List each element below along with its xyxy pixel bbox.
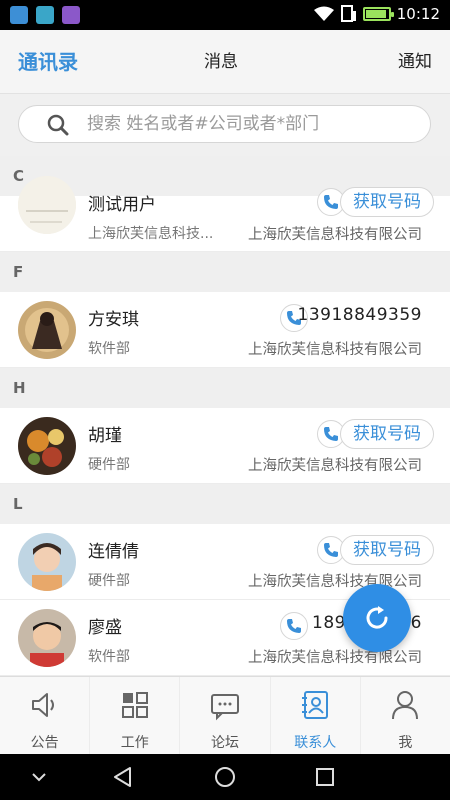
grid-icon [121,692,148,718]
avatar [18,533,76,591]
search-icon [47,114,69,136]
refresh-button[interactable] [343,584,411,652]
avatar [18,176,76,234]
nav-label: 联系人 [294,735,337,751]
clock: 10:12 [396,5,440,23]
status-bar: 10:12 [0,0,450,30]
nav-label: 我 [398,735,413,751]
section-header-h: H [0,368,450,408]
speaker-icon [31,693,54,717]
contact-company: 上海欣芙信息科技有限公司 [248,458,422,474]
tab-messages[interactable]: 消息 [204,30,238,94]
contact-dept: 上海欣芙信息科技... [88,226,214,242]
person-icon [392,691,419,720]
nav-label: 论坛 [211,735,239,751]
tab-notices[interactable]: 通知 [398,30,432,94]
search-input[interactable] [87,106,417,142]
app-notification-icon [36,6,54,24]
refresh-icon [366,606,388,629]
avatar [18,609,76,667]
contact-dept: 硬件部 [88,573,130,589]
contact-dept: 硬件部 [88,457,130,473]
contact-row[interactable]: 测试用户 获取号码 上海欣芙信息科技... 上海欣芙信息科技有限公司 [0,176,450,252]
nav-item-work[interactable]: 工作 [90,677,181,754]
contact-company: 上海欣芙信息科技有限公司 [248,650,422,666]
system-nav-bar [0,754,450,800]
bottom-nav: 公告 工作 论坛 联系人 我 [0,676,450,754]
contact-row[interactable]: 胡瑾 获取号码 硬件部 上海欣芙信息科技有限公司 [0,408,450,484]
avatar [18,301,76,359]
contact-name: 方安琪 [88,310,139,330]
wifi-icon [313,6,334,21]
contact-row[interactable]: 方安琪 13918849359 软件部 上海欣芙信息科技有限公司 [0,292,450,368]
get-number-button[interactable]: 获取号码 [340,535,434,565]
search-box[interactable] [18,105,431,143]
battery-icon [362,7,394,21]
contact-name: 廖盛 [88,618,122,638]
contact-company: 上海欣芙信息科技有限公司 [248,342,422,358]
contact-name: 连倩倩 [88,542,139,562]
phone-number-start[interactable]: 189 [312,613,346,633]
get-number-button[interactable]: 获取号码 [340,419,434,449]
phone-icon[interactable] [280,612,308,640]
app-notification-icon [10,6,28,24]
avatar [18,417,76,475]
sim-icon [340,5,356,22]
home-icon[interactable] [214,766,236,788]
battery-level [365,10,386,18]
contact-company: 上海欣芙信息科技有限公司 [248,574,422,590]
nav-item-contacts[interactable]: 联系人 [271,677,361,754]
top-tab-bar: 通讯录 消息 通知 [0,30,450,94]
contact-dept: 软件部 [88,649,130,665]
back-icon[interactable] [112,766,134,788]
recents-icon[interactable] [314,766,336,788]
phone-number-end[interactable]: 6 [411,613,422,633]
search-area [0,94,450,156]
chat-icon [211,694,239,721]
contact-card-icon [302,691,329,719]
nav-label: 公告 [30,735,59,751]
collapse-icon[interactable] [30,766,48,788]
nav-item-forum[interactable]: 论坛 [180,677,271,754]
get-number-button[interactable]: 获取号码 [340,187,434,217]
nav-item-announcements[interactable]: 公告 [0,677,91,754]
contact-company: 上海欣芙信息科技有限公司 [248,227,422,243]
phone-number[interactable]: 13918849359 [298,305,422,325]
section-header-f: F [0,252,450,292]
notification-icons [10,6,80,24]
contact-dept: 软件部 [88,341,130,357]
contact-name: 胡瑾 [88,426,122,446]
contact-name: 测试用户 [88,195,156,215]
section-header-l: L [0,484,450,524]
nav-item-me[interactable]: 我 [361,677,450,754]
tab-contacts[interactable]: 通讯录 [18,30,78,94]
gallery-notification-icon [62,6,80,24]
nav-label: 工作 [120,735,149,751]
